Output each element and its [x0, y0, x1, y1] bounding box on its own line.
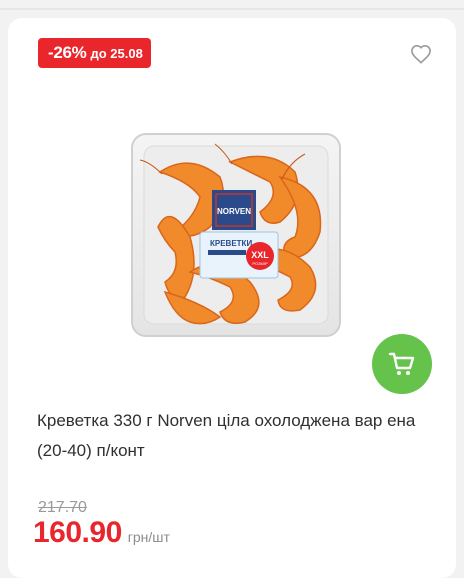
price-row: 160.90 грн/шт — [33, 516, 170, 550]
current-price: 160.90 — [33, 516, 122, 549]
package-size-sub: РОЗМІР — [252, 261, 268, 266]
cart-icon — [388, 352, 415, 375]
favorite-button[interactable] — [408, 42, 434, 66]
discount-until: до 25.08 — [90, 45, 143, 61]
top-divider — [0, 8, 464, 10]
heart-outline-icon — [411, 44, 431, 64]
price-unit: грн/шт — [127, 529, 170, 545]
top-bar — [0, 0, 464, 8]
discount-percent: -26% — [48, 43, 87, 62]
product-card[interactable]: -26% до 25.08 NORVEN КРЕВЕТКИ XXL РОЗМІР… — [8, 18, 456, 578]
package-size: XXL — [251, 250, 269, 260]
package-name: КРЕВЕТКИ — [210, 239, 252, 248]
add-to-cart-button[interactable] — [372, 334, 432, 394]
product-title[interactable]: Креветка 330 г Norven ціла охолоджена ва… — [37, 406, 431, 466]
product-image[interactable]: NORVEN КРЕВЕТКИ XXL РОЗМІР — [130, 132, 342, 338]
old-price: 217.70 — [38, 499, 87, 516]
discount-badge: -26% до 25.08 — [38, 38, 151, 68]
package-brand: NORVEN — [217, 207, 251, 216]
